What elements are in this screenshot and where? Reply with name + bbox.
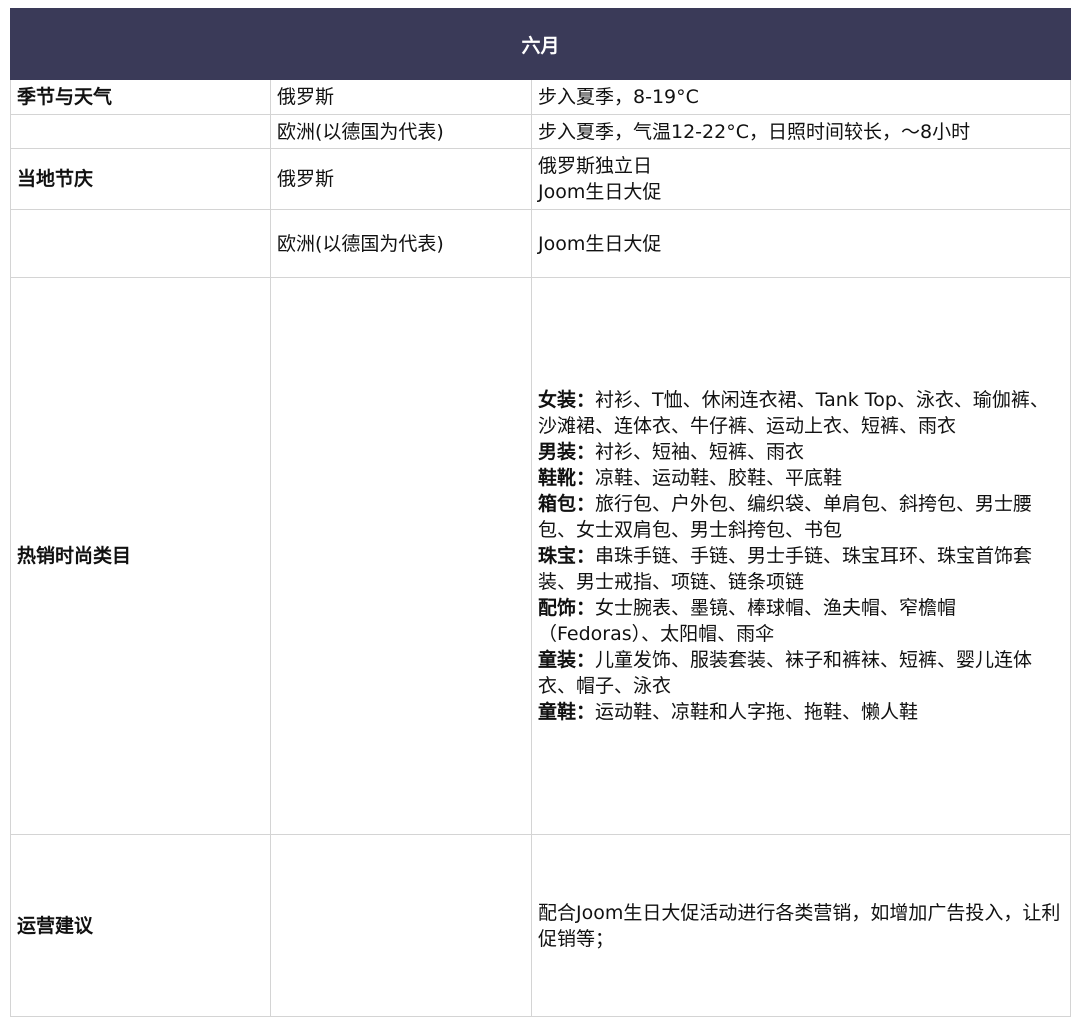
category-item: 鞋靴：凉鞋、运动鞋、胶鞋、平底鞋 [538,465,1064,491]
category-products: 儿童发饰、服装套装、袜子和裤袜、短裤、婴儿连体衣、帽子、泳衣 [538,649,1033,697]
content-cell: 步入夏季，气温12-22°C，日照时间较长，～8小时 [530,114,1072,149]
category-item: 童鞋：运动鞋、凉鞋和人字拖、拖鞋、懒人鞋 [538,699,1064,725]
row-label-hot-categories: 热销时尚类目 [10,277,271,835]
festival-line: Joom生日大促 [538,181,662,203]
category-products: 女士腕表、墨镜、棒球帽、渔夫帽、窄檐帽（Fedoras）、太阳帽、雨伞 [538,597,957,645]
category-item: 珠宝：串珠手链、手链、男士手链、珠宝耳环、珠宝首饰套装、男士戒指、项链、链条项链 [538,543,1064,595]
category-name: 男装： [538,441,596,463]
category-products: 运动鞋、凉鞋和人字拖、拖鞋、懒人鞋 [595,701,919,723]
row-label-local-festivals: 当地节庆 [10,148,271,210]
region-cell: 俄罗斯 [270,79,532,115]
table-row: 当地节庆 俄罗斯 俄罗斯独立日 Joom生日大促 [10,148,1072,210]
region-cell: 俄罗斯 [270,148,532,210]
june-market-table: 六月 季节与天气 俄罗斯 步入夏季，8-19°C 欧洲(以德国为代表) 步入夏季… [9,8,1072,1017]
content-cell: Joom生日大促 [530,209,1072,278]
category-list: 女装：衬衫、T恤、休闲连衣裙、Tank Top、泳衣、瑜伽裤、沙滩裙、连体衣、牛… [530,277,1072,835]
category-products: 衬衫、T恤、休闲连衣裙、Tank Top、泳衣、瑜伽裤、沙滩裙、连体衣、牛仔裤、… [538,389,1049,437]
content-cell: 步入夏季，8-19°C [530,79,1072,115]
category-name: 女装： [538,389,596,411]
category-products: 旅行包、户外包、编织袋、单肩包、斜挎包、男士腰包、女士双肩包、男士斜挎包、书包 [538,493,1033,541]
region-cell: 欧洲(以德国为代表) [270,209,532,278]
category-item: 男装：衬衫、短袖、短裤、雨衣 [538,439,1064,465]
region-cell-empty [270,277,532,835]
row-label-empty [10,114,271,149]
row-label-season-weather: 季节与天气 [10,79,271,115]
category-name: 配饰： [538,597,596,619]
content-cell: 配合Joom生日大促活动进行各类营销，如增加广告投入，让利促销等； [530,834,1072,1017]
table-row: 季节与天气 俄罗斯 步入夏季，8-19°C [10,79,1072,115]
table-row: 欧洲(以德国为代表) 步入夏季，气温12-22°C，日照时间较长，～8小时 [10,114,1072,149]
content-cell: 俄罗斯独立日 Joom生日大促 [530,148,1072,210]
category-name: 箱包： [538,493,596,515]
category-item: 箱包：旅行包、户外包、编织袋、单肩包、斜挎包、男士腰包、女士双肩包、男士斜挎包、… [538,491,1064,543]
table-row: 热销时尚类目 女装：衬衫、T恤、休闲连衣裙、Tank Top、泳衣、瑜伽裤、沙滩… [10,277,1072,835]
row-label-operations-advice: 运营建议 [10,834,271,1017]
category-name: 鞋靴： [538,467,596,489]
category-item: 配饰：女士腕表、墨镜、棒球帽、渔夫帽、窄檐帽（Fedoras）、太阳帽、雨伞 [538,595,1064,647]
festival-line: 俄罗斯独立日 [538,155,653,177]
data-table: 六月 季节与天气 俄罗斯 步入夏季，8-19°C 欧洲(以德国为代表) 步入夏季… [9,8,1072,1017]
region-cell: 欧洲(以德国为代表) [270,114,532,149]
category-item: 女装：衬衫、T恤、休闲连衣裙、Tank Top、泳衣、瑜伽裤、沙滩裙、连体衣、牛… [538,387,1064,439]
category-products: 衬衫、短袖、短裤、雨衣 [595,441,805,463]
table-row: 欧洲(以德国为代表) Joom生日大促 [10,209,1072,278]
category-products: 串珠手链、手链、男士手链、珠宝耳环、珠宝首饰套装、男士戒指、项链、链条项链 [538,545,1033,593]
category-products: 凉鞋、运动鞋、胶鞋、平底鞋 [595,467,843,489]
category-name: 童鞋： [538,701,596,723]
category-name: 童装： [538,649,596,671]
region-cell-empty [270,834,532,1017]
table-row: 运营建议 配合Joom生日大促活动进行各类营销，如增加广告投入，让利促销等； [10,834,1072,1017]
category-name: 珠宝： [538,545,596,567]
category-item: 童装：儿童发饰、服装套装、袜子和裤袜、短裤、婴儿连体衣、帽子、泳衣 [538,647,1064,699]
month-header: 六月 [9,8,1072,80]
row-label-empty [10,209,271,278]
